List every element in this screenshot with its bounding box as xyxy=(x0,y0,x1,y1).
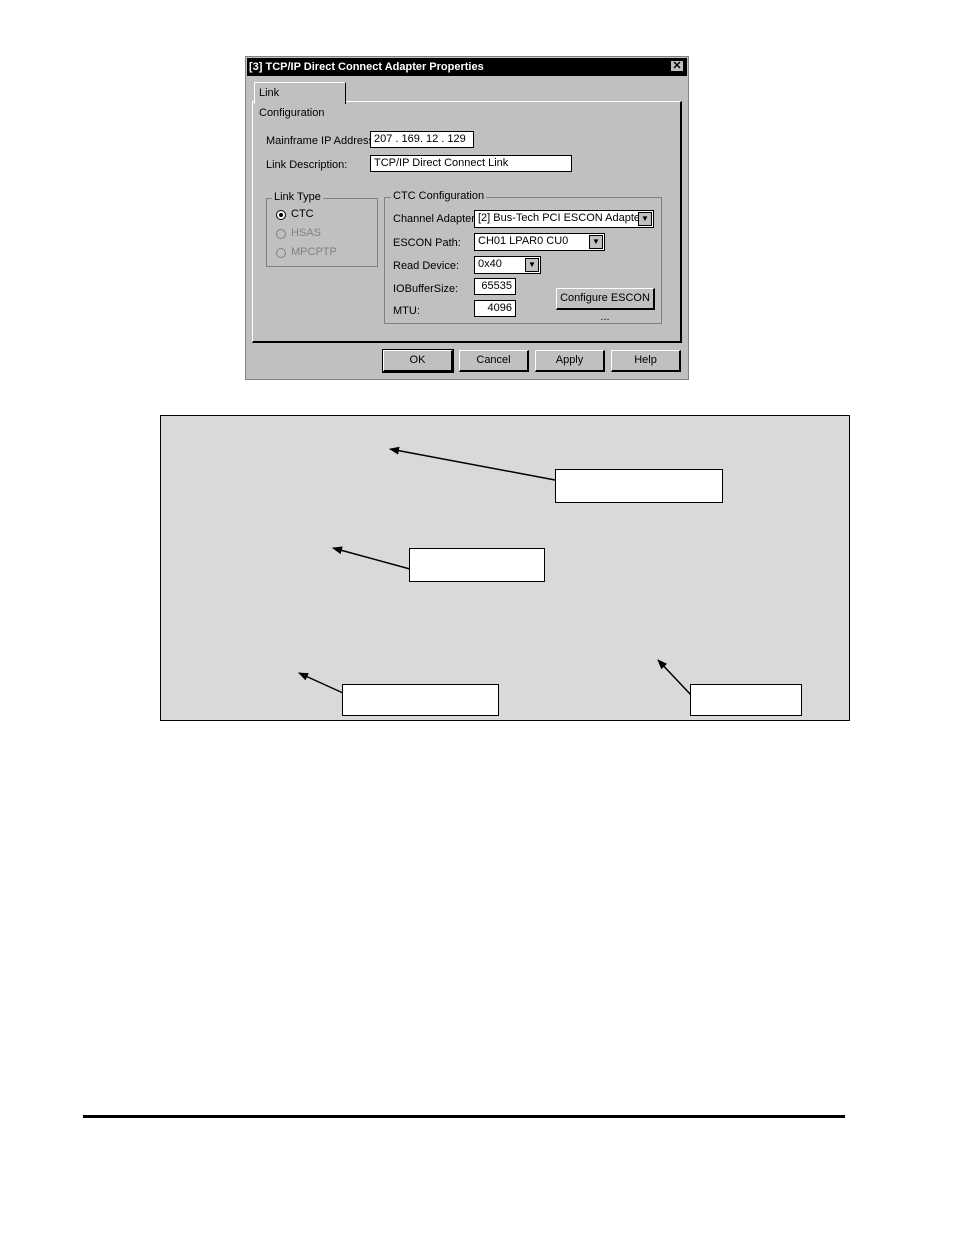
annotation-arrows xyxy=(298,446,692,696)
page-divider-rule xyxy=(83,1115,845,1118)
arrow-icon xyxy=(298,672,344,694)
tab-link-configuration[interactable]: Link Configuration xyxy=(254,82,346,119)
callout-box xyxy=(409,548,545,582)
arrow-icon xyxy=(389,446,556,481)
callout-box xyxy=(690,684,802,716)
callout-box xyxy=(555,469,723,503)
callout-box xyxy=(342,684,499,716)
arrow-icon xyxy=(657,659,692,696)
arrow-icon xyxy=(332,546,411,570)
